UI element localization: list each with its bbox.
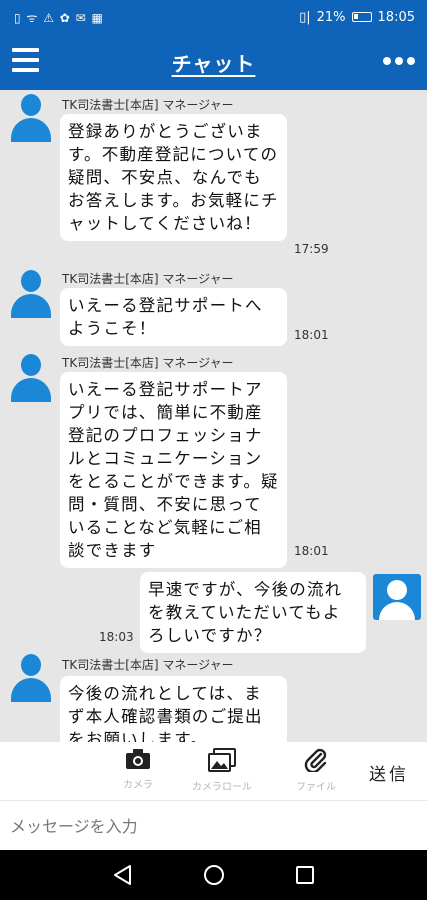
- hamburger-menu-icon[interactable]: [12, 48, 39, 72]
- send-button[interactable]: 送信: [369, 760, 409, 785]
- page-title: チャット: [171, 51, 256, 76]
- paperclip-icon: [304, 748, 327, 772]
- file-label: ファイル: [296, 782, 336, 793]
- camera-roll-button[interactable]: カメラロール: [192, 748, 252, 793]
- camera-icon: [126, 749, 150, 769]
- avatar-icon[interactable]: [9, 270, 53, 318]
- chat-message-list[interactable]: TK司法書士[本店] マネージャー 登録ありがとうございます。不動産登記について…: [0, 90, 427, 742]
- avatar-icon[interactable]: [9, 654, 53, 702]
- camera-roll-label: カメラロール: [192, 782, 252, 793]
- file-button[interactable]: ファイル: [296, 748, 336, 793]
- battery-percent: 21%: [316, 9, 346, 25]
- notification-icons: ▯ ᯤ ⚠ ✿ ✉ ▦: [14, 9, 104, 26]
- user-avatar-icon[interactable]: [373, 574, 421, 620]
- message-bubble: いえーる登記サポートへようこそ！: [60, 288, 287, 346]
- message-input-row: [0, 800, 427, 850]
- recents-icon[interactable]: [295, 864, 315, 886]
- back-icon[interactable]: [112, 864, 134, 886]
- message-bubble: 今後の流れとしては、まず本人確認書類のご提出をお願いします。: [60, 676, 287, 742]
- message-time: 18:01: [294, 544, 329, 558]
- battery-icon: [351, 12, 372, 22]
- message-bubble: 登録ありがとうございます。不動産登記についての疑問、不安点、なんでもお答えします…: [60, 114, 287, 241]
- photo-library-icon: [208, 748, 236, 772]
- camera-label: カメラ: [123, 780, 153, 791]
- more-dots-icon[interactable]: [383, 57, 415, 65]
- message-time: 18:03: [99, 630, 134, 644]
- sender-name: TK司法書士[本店] マネージャー: [62, 272, 234, 286]
- system-navigation-bar: [0, 850, 427, 900]
- message-input[interactable]: [10, 811, 410, 841]
- message-time: 18:01: [294, 328, 329, 342]
- sender-name: TK司法書士[本店] マネージャー: [62, 658, 234, 672]
- avatar-icon[interactable]: [9, 354, 53, 402]
- sender-name: TK司法書士[本店] マネージャー: [62, 356, 234, 370]
- message-bubble: いえーる登記サポートアプリでは、簡単に不動産登記のプロフェッショナルとコミュニケ…: [60, 372, 287, 568]
- app-header: チャット: [0, 34, 427, 90]
- message-time: 17:59: [294, 242, 329, 256]
- signal-icon: ▯|: [299, 9, 311, 25]
- sender-name: TK司法書士[本店] マネージャー: [62, 98, 234, 112]
- avatar-icon[interactable]: [9, 94, 53, 142]
- system-status: ▯| 21% 18:05: [299, 10, 415, 25]
- clock: 18:05: [377, 9, 415, 25]
- camera-button[interactable]: カメラ: [123, 748, 153, 791]
- message-bubble: 早速ですが、今後の流れを教えていただいてもよろしいですか？: [140, 572, 366, 653]
- home-icon[interactable]: [203, 864, 225, 886]
- status-bar: ▯ ᯤ ⚠ ✿ ✉ ▦ ▯| 21% 18:05: [0, 0, 427, 34]
- notification-icons-text: ▯ ᯤ ⚠ ✿ ✉ ▦: [14, 10, 104, 25]
- attachment-toolbar: カメラ カメラロール ファイル 送信: [0, 742, 427, 800]
